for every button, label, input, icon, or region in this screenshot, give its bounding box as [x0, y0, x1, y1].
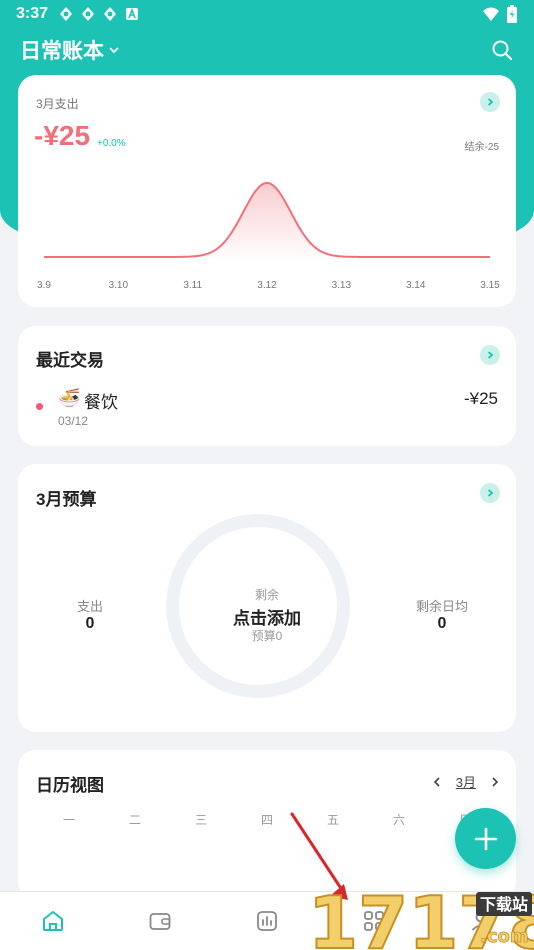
app-notification-icon [60, 7, 73, 21]
budget-more-button[interactable] [480, 483, 500, 503]
chevron-down-icon [109, 47, 119, 54]
weekday-tue: 二 [128, 813, 141, 827]
x-tick-label: 3.15 [480, 280, 500, 291]
app-notification-icon [82, 7, 95, 21]
x-tick-label: 3.10 [109, 280, 129, 291]
weekday-mon: 一 [62, 813, 75, 827]
x-tick-label: 3.12 [257, 280, 277, 291]
x-tick-label: 3.13 [332, 280, 352, 291]
chevron-right-icon [487, 98, 494, 106]
expense-area [44, 183, 490, 257]
expense-change: +0.0% [97, 138, 126, 149]
x-tick-label: 3.11 [183, 280, 202, 291]
watermark-badge: 下载站 [480, 895, 528, 914]
status-bar: 3:37 [0, 0, 534, 28]
wifi-icon [483, 7, 499, 21]
x-tick-label: 3.9 [37, 280, 51, 291]
search-icon[interactable] [490, 38, 514, 62]
status-time: 3:37 [16, 5, 49, 22]
chevron-right-icon [487, 351, 494, 359]
daily-remain-label: 剩余日均 [415, 599, 468, 614]
expense-detail-button[interactable] [480, 92, 500, 112]
calendar-month[interactable]: 3月 [456, 772, 476, 791]
a-badge-icon [126, 7, 139, 20]
budget-title: 3月预算 [36, 490, 97, 509]
expense-amount: -¥25 [34, 120, 91, 151]
chevron-left-icon[interactable] [432, 776, 442, 788]
recent-more-button[interactable] [480, 345, 500, 365]
wallet-icon [149, 913, 171, 930]
transaction-date: 03/12 [58, 414, 89, 428]
chevron-right-icon [487, 489, 494, 497]
nav-home[interactable] [33, 901, 73, 941]
expense-dot-icon [36, 403, 43, 410]
daily-remain-value: 0 [437, 615, 447, 632]
chart-icon [257, 911, 277, 931]
nav-wallet[interactable] [140, 901, 180, 941]
expense-label: 3月支出 [36, 97, 79, 111]
transaction-amount: -¥25 [463, 389, 498, 408]
calendar-title: 日历视图 [36, 776, 104, 795]
status-notification-icons [58, 6, 140, 22]
weekday-wed: 三 [194, 813, 207, 827]
book-selector[interactable]: 日常账本 [20, 35, 120, 65]
expense-balance: 结余-25 [464, 142, 499, 153]
app-notification-icon [104, 7, 117, 21]
expense-chart: 3.9 3.10 3.11 3.12 3.13 3.14 3.15 [37, 181, 500, 291]
nav-stats[interactable] [247, 901, 287, 941]
app-header: 日常账本 [0, 30, 534, 70]
calendar-nav: 3月 [432, 772, 500, 791]
recent-title: 最近交易 [36, 351, 104, 370]
battery-icon [507, 5, 517, 23]
watermark-suffix: .com [480, 926, 529, 947]
page-title: 日常账本 [20, 40, 104, 63]
budget-card: 3月预算 支出 0 剩余 点击添加 预算0 剩余日均 0 [18, 464, 516, 732]
x-tick-label: 3.14 [406, 280, 426, 291]
recent-transactions-card: 最近交易 🍜 餐饮 03/12 -¥25 [18, 326, 516, 446]
site-watermark: 17178 下载站 .com [290, 812, 534, 950]
noodle-icon: 🍜 [58, 388, 81, 408]
home-icon [43, 911, 64, 931]
transaction-category: 餐饮 [84, 393, 118, 412]
chevron-right-icon[interactable] [490, 776, 500, 788]
expense-card[interactable]: 3月支出 -¥25 +0.0% 结余-25 3.9 3.10 3.11 3.12 3.1… [18, 75, 516, 307]
